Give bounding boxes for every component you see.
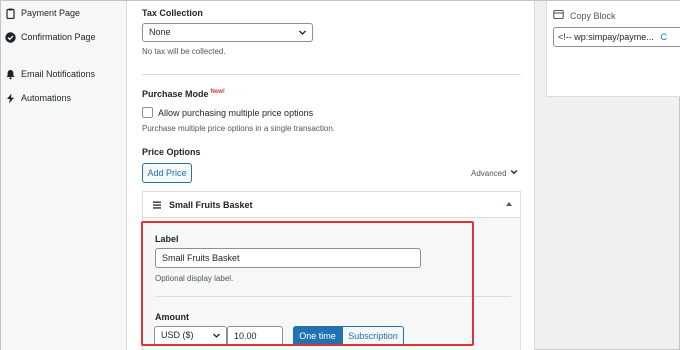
price-option-header[interactable]: Small Fruits Basket [143,192,520,218]
chevron-down-icon [510,168,518,178]
tax-collection-select[interactable]: None [142,23,313,42]
purchase-mode-title-text: Purchase Mode [142,89,209,99]
tax-collection-value: None [149,27,171,37]
copy-block-header: Copy Block [553,9,616,22]
price-option-name: Small Fruits Basket [169,200,253,210]
copy-icon [553,9,564,22]
add-price-button[interactable]: Add Price [142,163,192,183]
sidebar: Payment Page Confirmation Page Email Not… [1,1,127,350]
divider [142,74,521,75]
sidebar-item-email-notifications[interactable]: Email Notifications [5,67,95,81]
allow-multiple-label[interactable]: Allow purchasing multiple price options [158,108,313,118]
block-code-text: <!-- wp:simpay/payme... [558,32,654,42]
copy-block-title: Copy Block [570,10,616,21]
allow-multiple-checkbox[interactable] [142,107,153,118]
chevron-down-icon [298,28,307,37]
sidebar-item-label: Payment Page [21,8,81,18]
advanced-toggle[interactable]: Advanced [471,168,518,178]
drag-handle-icon[interactable] [153,201,161,209]
purchase-mode-help: Purchase multiple price options in a sin… [142,124,335,133]
price-options-title: Price Options [142,147,201,157]
sidebar-item-label: Confirmation Page [21,32,96,42]
collapse-icon[interactable] [506,202,512,206]
bell-icon [5,69,16,80]
copy-block-panel: Copy Block <!-- wp:simpay/payme... C [546,1,680,97]
block-code-field[interactable]: <!-- wp:simpay/payme... C [553,27,680,47]
clipboard-icon [5,8,16,19]
sidebar-item-confirmation-page[interactable]: Confirmation Page [5,30,96,44]
sidebar-item-label: Email Notifications [21,69,96,79]
tax-collection-title: Tax Collection [142,8,203,18]
new-badge: New! [210,89,225,95]
purchase-mode-title: Purchase Mode New! [142,89,225,99]
sidebar-item-label: Automations [21,93,72,103]
highlight-box [141,221,474,346]
sidebar-item-automations[interactable]: Automations [5,91,71,105]
copy-action[interactable]: C [661,32,668,42]
lightning-icon [5,93,16,104]
sidebar-item-payment-page[interactable]: Payment Page [5,6,80,20]
check-circle-icon [5,31,16,43]
advanced-label: Advanced [471,168,507,178]
tax-collection-help: No tax will be collected. [142,47,226,56]
